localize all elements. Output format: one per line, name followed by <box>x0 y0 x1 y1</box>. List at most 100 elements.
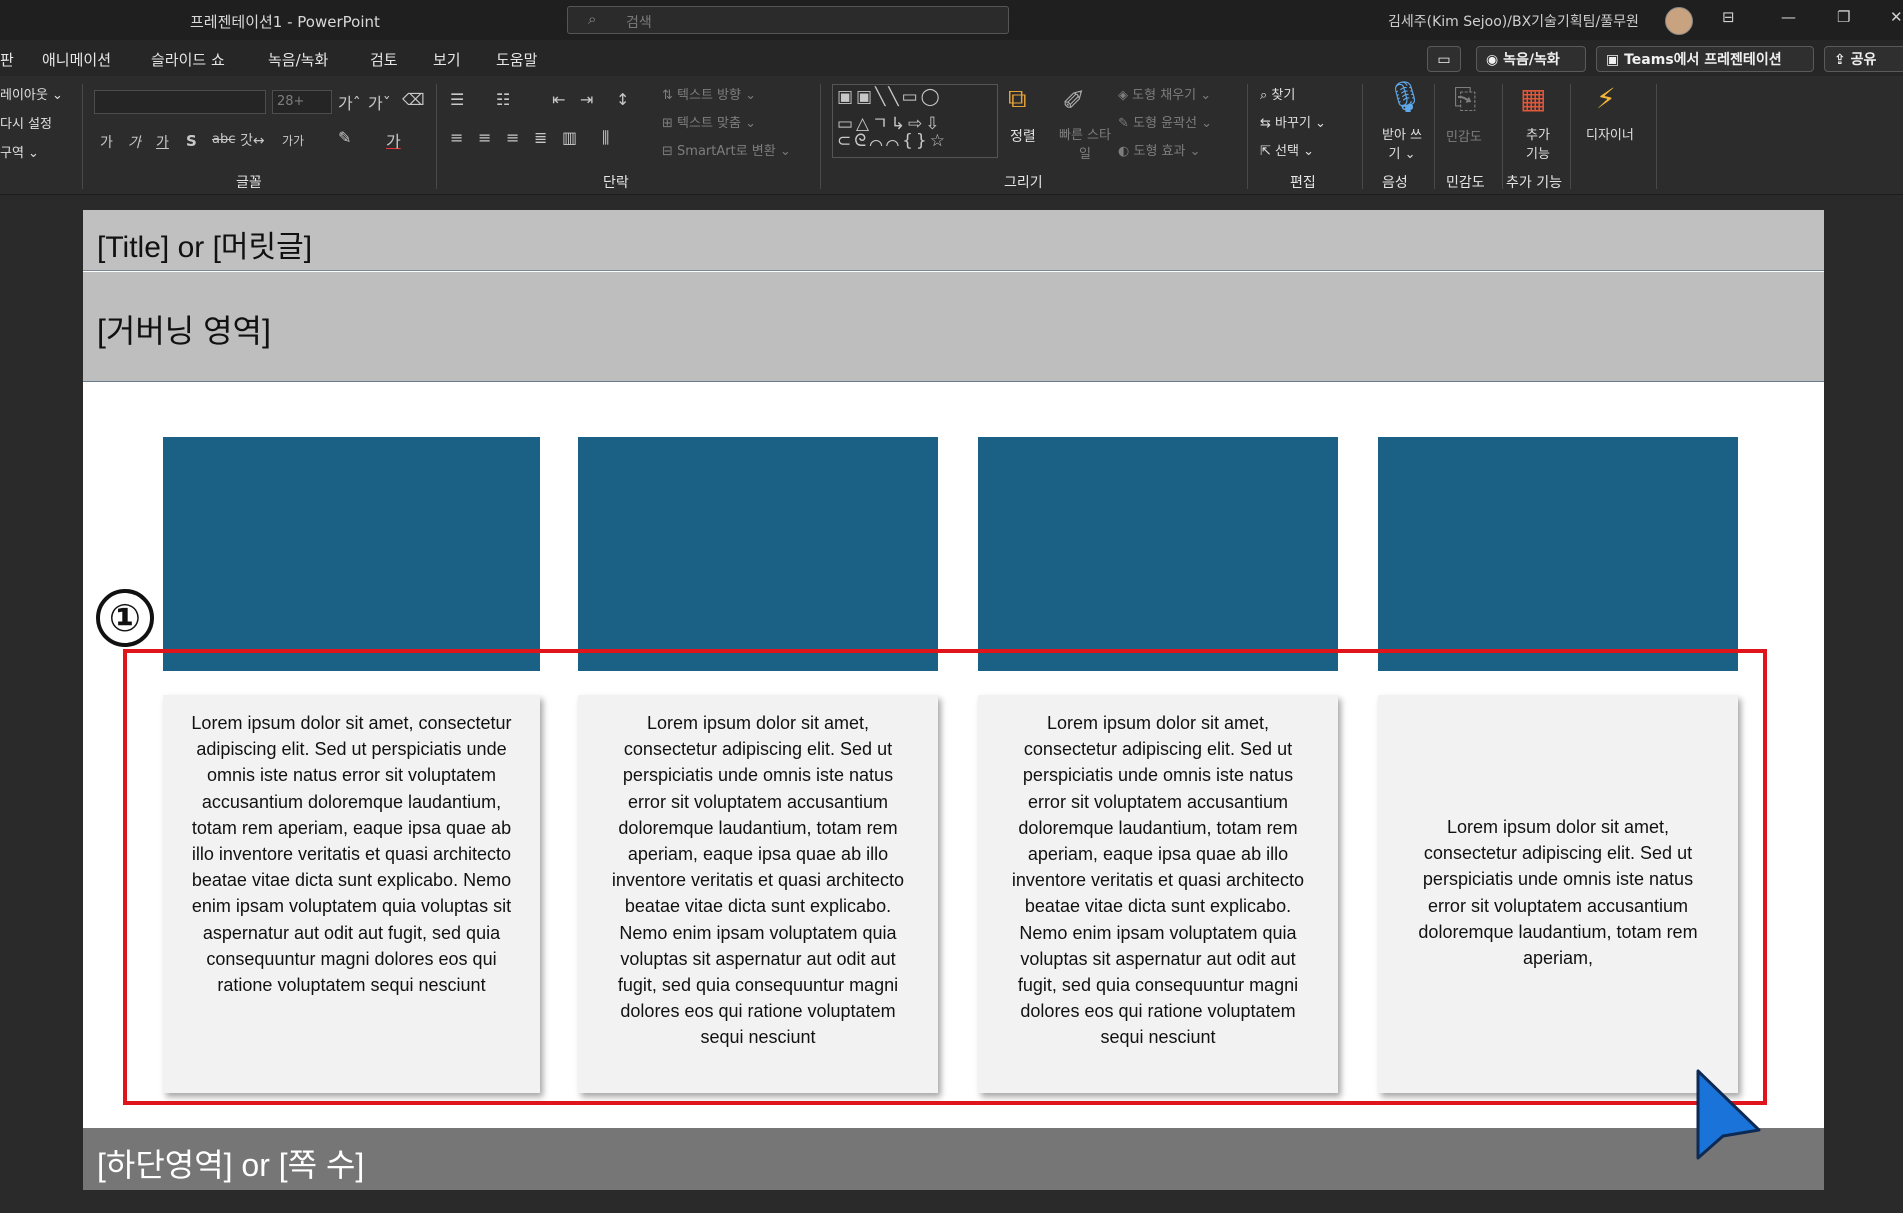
quick-styles-label[interactable]: 빠른 스타일 <box>1056 124 1114 162</box>
increase-indent-icon[interactable]: ⇥ <box>580 90 593 109</box>
select-button[interactable]: ⇱ 선택 ⌄ <box>1260 140 1314 159</box>
shape-fill-button[interactable]: ◈ 도형 채우기 ⌄ <box>1118 84 1211 103</box>
numbering-icon[interactable]: ☷ <box>496 90 510 109</box>
close-icon[interactable]: ✕ <box>1890 8 1903 26</box>
strikethrough-icon[interactable]: abc <box>212 132 235 147</box>
smartart-icon: ⊟ <box>662 144 678 159</box>
governing-placeholder[interactable]: [거버닝 영역] <box>83 272 1824 382</box>
align-text-label: 텍스트 맞춤 ⌄ <box>677 116 756 131</box>
image-placeholder[interactable] <box>1378 437 1738 671</box>
line-spacing-icon[interactable]: ↕ <box>616 90 629 109</box>
reset-button[interactable]: 다시 설정 <box>0 113 52 132</box>
shape-outline-label: 도형 윤곽선 ⌄ <box>1133 116 1212 131</box>
find-button[interactable]: ⌕ 찾기 <box>1260 84 1295 103</box>
avatar[interactable] <box>1665 7 1693 35</box>
menu-item-animations[interactable]: 애니메이션 <box>42 49 111 70</box>
shape-fill-label: 도형 채우기 ⌄ <box>1132 88 1212 103</box>
justify-icon[interactable]: ≣ <box>534 128 547 147</box>
title-placeholder[interactable]: [Title] or [머릿글] <box>83 210 1824 271</box>
image-placeholder[interactable] <box>978 437 1338 671</box>
governing-text[interactable]: [거버닝 영역] <box>97 306 271 352</box>
change-case-icon[interactable]: 가가 <box>282 132 304 149</box>
group-separator <box>1434 84 1435 189</box>
section-button[interactable]: 구역 ⌄ <box>0 142 39 161</box>
image-placeholder[interactable] <box>578 437 938 671</box>
image-placeholder[interactable] <box>163 437 540 671</box>
text-direction-label: 텍스트 방향 ⌄ <box>677 88 756 103</box>
find-icon: ⌕ <box>1260 88 1272 103</box>
increase-font-icon[interactable]: 가ˆ <box>338 90 361 114</box>
group-separator <box>436 84 437 189</box>
shadow-icon[interactable]: S <box>186 132 197 150</box>
text-direction-icon: ⇅ <box>662 88 678 103</box>
microphone-icon[interactable]: 🎙 <box>1386 80 1424 115</box>
menu-item-record[interactable]: 녹음/녹화 <box>268 49 328 70</box>
font-color-icon[interactable]: 가 <box>386 128 401 152</box>
menu-item-view[interactable]: 보기 <box>433 49 461 70</box>
addins-icon[interactable]: ▦ <box>1520 82 1546 115</box>
arrange-label[interactable]: 정렬 <box>1010 126 1036 146</box>
font-size-value: 28+ <box>277 94 305 109</box>
align-text-button[interactable]: ⊞ 텍스트 맞춤 ⌄ <box>662 112 756 131</box>
search-placeholder: 검색 <box>626 15 652 31</box>
decrease-font-icon[interactable]: 가ˇ <box>368 90 391 114</box>
footer-text[interactable]: [하단영역] or [쪽 수] <box>97 1140 364 1186</box>
replace-label: 바꾸기 ⌄ <box>1275 116 1326 131</box>
highlight-color-icon[interactable]: ✎ <box>338 128 351 147</box>
smartart-button[interactable]: ⊟ SmartArt로 변환 ⌄ <box>662 140 791 159</box>
title-text[interactable]: [Title] or [머릿글] <box>97 222 312 266</box>
minimize-icon[interactable]: — <box>1781 8 1796 26</box>
arrange-icon[interactable]: ⧉ <box>1008 84 1027 115</box>
clear-format-icon[interactable]: ⌫ <box>402 90 425 109</box>
slide-canvas[interactable]: [Title] or [머릿글] [거버닝 영역] Lorem ipsum do… <box>83 210 1824 1190</box>
designer-icon[interactable]: ⚡ <box>1596 82 1616 115</box>
align-left-icon[interactable]: ≡ <box>450 128 463 147</box>
drawing-group-label: 그리기 <box>1004 175 1043 191</box>
align-center-icon[interactable]: ≡ <box>478 128 491 147</box>
sensitivity-icon[interactable]: ⎘ <box>1454 82 1476 116</box>
dictate-label[interactable]: 받아 쓰기 ⌄ <box>1382 124 1422 162</box>
menu-item-slideshow[interactable]: 슬라이드 쇼 <box>151 49 225 70</box>
char-spacing-icon[interactable]: 갓↔ <box>240 130 265 150</box>
sensitivity-button-label[interactable]: 민감도 <box>1446 126 1482 145</box>
columns-icon[interactable]: ⫼ <box>602 128 609 148</box>
decrease-indent-icon[interactable]: ⇤ <box>552 90 565 109</box>
teams-present-button[interactable]: ▣ Teams에서 프레젠테이션 <box>1596 46 1814 72</box>
share-button[interactable]: ⇪ 공유 <box>1824 46 1903 72</box>
designer-label[interactable]: 디자이너 <box>1586 124 1634 143</box>
bullets-icon[interactable]: ☰ <box>450 90 464 109</box>
font-size-field[interactable]: 28+ <box>272 90 332 114</box>
ribbon-display-icon[interactable]: ⊟ <box>1722 8 1735 26</box>
select-label: 선택 ⌄ <box>1275 144 1314 159</box>
addins-button-label[interactable]: 추가 기능 <box>1522 124 1554 162</box>
editing-group-label: 편집 <box>1290 175 1316 191</box>
distributed-icon[interactable]: ▥ <box>562 128 577 147</box>
underline-icon[interactable]: 가 <box>156 132 169 152</box>
quick-styles-icon[interactable]: ✐ <box>1062 84 1085 117</box>
search-box[interactable]: ⌕ 검색 <box>567 6 1009 34</box>
shape-effects-button[interactable]: ◐ 도형 효과 ⌄ <box>1118 140 1200 159</box>
layout-button[interactable]: 레이아웃 ⌄ <box>0 84 63 103</box>
select-icon: ⇱ <box>1260 144 1276 159</box>
shape-outline-button[interactable]: ✎ 도형 윤곽선 ⌄ <box>1118 112 1212 131</box>
menu-item-partial[interactable]: 판 <box>0 49 14 70</box>
restore-icon[interactable]: ❐ <box>1837 8 1850 26</box>
font-name-field[interactable] <box>94 90 266 114</box>
user-name[interactable]: 김세주(Kim Sejoo)/BX기술기획팀/풀무원 <box>1388 11 1639 31</box>
shape-effects-label: 도형 효과 ⌄ <box>1133 144 1201 159</box>
italic-icon[interactable]: 가 <box>128 132 141 152</box>
replace-button[interactable]: ⇆ 바꾸기 ⌄ <box>1260 112 1326 131</box>
menu-item-review[interactable]: 검토 <box>370 49 398 70</box>
record-button[interactable]: ◉ 녹음/녹화 <box>1476 46 1586 72</box>
window-title: 프레젠테이션1 - PowerPoint <box>190 13 380 31</box>
text-direction-button[interactable]: ⇅ 텍스트 방향 ⌄ <box>662 84 756 103</box>
shape-effects-icon: ◐ <box>1118 144 1134 159</box>
align-right-icon[interactable]: ≡ <box>506 128 519 147</box>
group-separator <box>1570 84 1571 189</box>
bold-icon[interactable]: 가 <box>100 132 113 152</box>
group-separator <box>1502 84 1503 189</box>
comment-icon[interactable]: ▭ <box>1427 46 1461 72</box>
footer-placeholder[interactable]: [하단영역] or [쪽 수] <box>83 1128 1824 1190</box>
shapes-gallery[interactable]: ▣▣╲╲▭◯ ▭△ㄱ↳⇨⇩ ⊂ᘓ⌒⌒{}☆ <box>832 84 998 158</box>
menu-item-help[interactable]: 도움말 <box>496 49 537 70</box>
